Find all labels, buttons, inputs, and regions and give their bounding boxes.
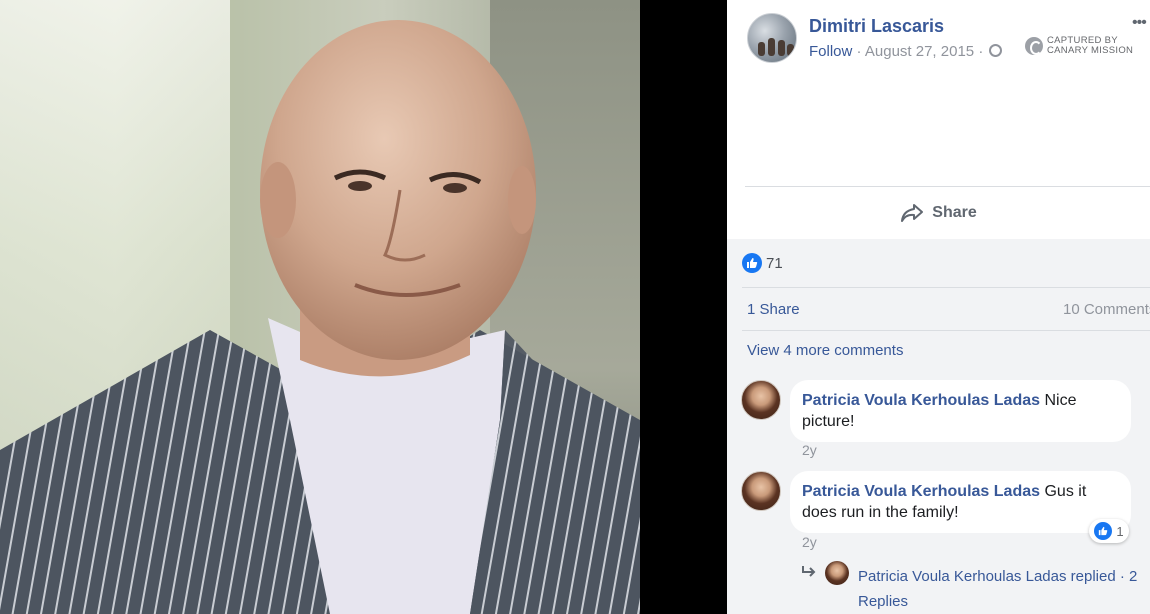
portrait-illustration xyxy=(0,20,640,614)
commenter-avatar[interactable] xyxy=(741,380,781,420)
canary-mission-logo-icon xyxy=(1025,37,1043,55)
comment-reaction-count: 1 xyxy=(1116,523,1124,539)
share-label: Share xyxy=(932,204,977,221)
reaction-summary[interactable]: 71 xyxy=(742,253,783,273)
canary-mission-watermark: CAPTURED BY CANARY MISSION xyxy=(1025,36,1133,56)
commenter-avatar[interactable] xyxy=(741,471,781,511)
view-more-comments-link[interactable]: View 4 more comments xyxy=(747,342,903,359)
comment-bubble: Patricia Voula Kerhoulas Ladas Gus it do… xyxy=(790,471,1131,533)
reply-arrow-icon xyxy=(802,566,816,577)
author-avatar[interactable] xyxy=(747,13,797,63)
commenter-name-link[interactable]: Patricia Voula Kerhoulas Ladas xyxy=(802,483,1040,500)
post-photo[interactable] xyxy=(0,0,640,614)
divider xyxy=(742,287,1150,288)
author-name-link[interactable]: Dimitri Lascaris xyxy=(809,16,944,37)
comment-timestamp[interactable]: 2y xyxy=(802,442,817,458)
follow-link[interactable]: Follow xyxy=(809,43,852,60)
shares-link[interactable]: 1 Share xyxy=(747,301,800,318)
comments-count-link[interactable]: 10 Comments xyxy=(1063,301,1150,318)
divider xyxy=(742,330,1150,331)
post-date[interactable]: August 27, 2015 xyxy=(865,43,974,60)
post-meta: Follow · August 27, 2015 · xyxy=(809,43,1003,60)
like-icon xyxy=(742,253,762,273)
globe-icon xyxy=(989,44,1003,57)
ellipsis-icon[interactable]: ••• xyxy=(1132,14,1147,32)
meta-separator-2: · xyxy=(978,43,984,60)
reaction-count: 71 xyxy=(766,254,783,272)
comment-bubble: Patricia Voula Kerhoulas Ladas Nice pict… xyxy=(790,380,1131,442)
comment-reaction-chip[interactable]: 1 xyxy=(1089,519,1129,543)
comments-section: 71 1 Share 10 Comments View 4 more comme… xyxy=(727,239,1150,614)
photo-viewer: Dimitri Lascaris Follow · August 27, 201… xyxy=(0,0,1150,614)
meta-separator: · xyxy=(856,43,862,60)
commenter-name-link[interactable]: Patricia Voula Kerhoulas Ladas xyxy=(802,392,1040,409)
comment-timestamp[interactable]: 2y xyxy=(802,534,817,550)
reply-avatar xyxy=(825,561,849,585)
watermark-line-2: CANARY MISSION xyxy=(1047,45,1134,56)
share-arrow-icon xyxy=(901,204,924,222)
post-side-panel: Dimitri Lascaris Follow · August 27, 201… xyxy=(727,0,1150,614)
post-header: Dimitri Lascaris Follow · August 27, 201… xyxy=(727,0,1150,187)
share-button[interactable]: Share xyxy=(727,187,1150,239)
replies-summary: Patricia Voula Kerhoulas Ladas replied ·… xyxy=(858,568,1138,610)
like-icon xyxy=(1094,522,1113,540)
photo-letterbox xyxy=(640,0,727,614)
